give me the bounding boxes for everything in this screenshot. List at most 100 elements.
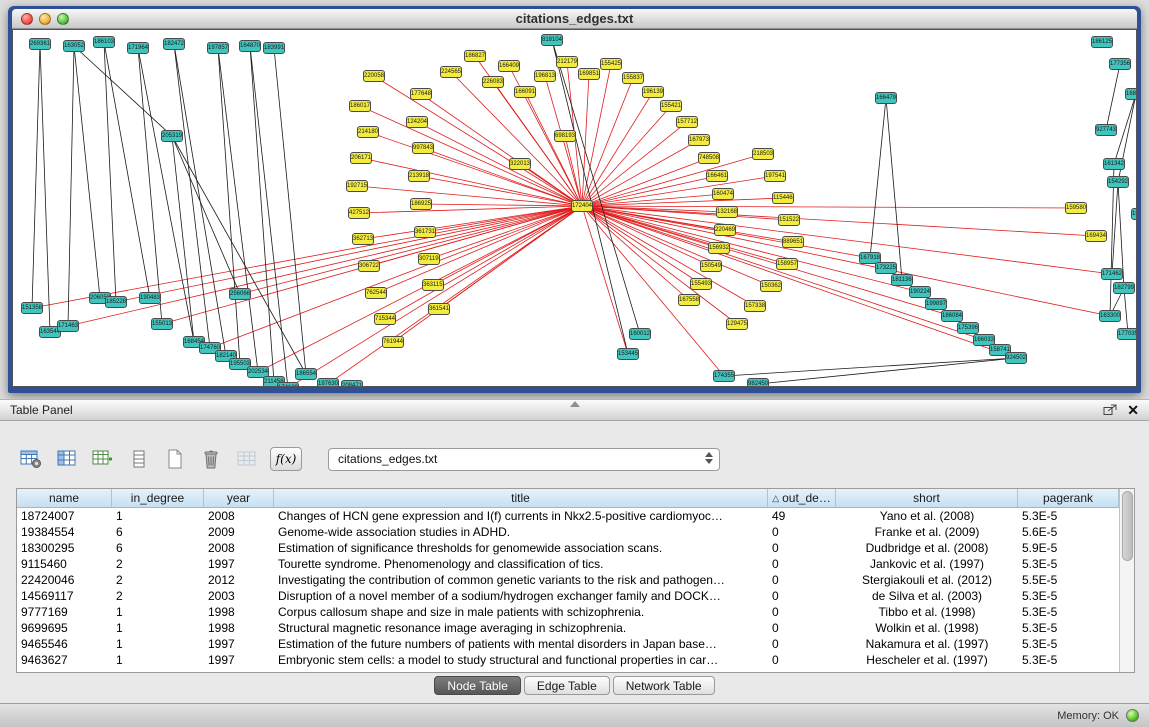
table-row[interactable]: 911546021997Tourette syndrome. Phenomeno… (17, 556, 1119, 572)
window-titlebar[interactable]: citations_edges.txt (12, 9, 1137, 29)
graph-node[interactable]: 1839914 (263, 42, 285, 54)
table-row[interactable]: 977716911998Corpus callosum shape and si… (17, 604, 1119, 620)
graph-node[interactable]: 2185033 (752, 148, 774, 160)
graph-node[interactable]: 1321684 (716, 206, 738, 218)
float-panel-icon[interactable] (1103, 404, 1117, 416)
graph-node[interactable]: 1861254 (1091, 36, 1113, 48)
graph-node[interactable]: 9277434 (1095, 124, 1117, 136)
graph-node[interactable]: 1505494 (700, 260, 722, 272)
graph-node[interactable]: 1660914 (514, 86, 536, 98)
graph-node[interactable]: 1776488 (410, 88, 432, 100)
graph-node[interactable]: 1927158 (346, 180, 368, 192)
graph-node[interactable]: 1554934 (690, 278, 712, 290)
trash-icon[interactable] (198, 446, 224, 472)
table-row[interactable]: 946362711997Embryonic stem cells: a mode… (17, 652, 1119, 668)
graph-node[interactable]: 1513584 (21, 302, 43, 314)
new-document-icon[interactable] (162, 446, 188, 472)
graph-node[interactable]: 8181044 (541, 34, 563, 46)
graph-node[interactable]: 1154464 (772, 192, 794, 204)
graph-node[interactable]: 1773564 (1109, 58, 1131, 70)
graph-node[interactable]: 2084714 (341, 380, 363, 387)
table-row[interactable]: 1938455462009Genome-wide association stu… (17, 524, 1119, 540)
graph-node[interactable]: 3220134 (509, 158, 531, 170)
table-settings-icon[interactable] (18, 446, 44, 472)
graph-node[interactable]: 1719644 (127, 42, 149, 54)
network-table-select[interactable]: citations_edges.txt (328, 448, 720, 471)
table-row[interactable]: 2242004622012Investigating the contribut… (17, 572, 1119, 588)
graph-node[interactable]: 2204694 (714, 224, 736, 236)
graph-node[interactable]: 1664794 (875, 92, 897, 104)
graph-node[interactable]: 1961393 (642, 86, 664, 98)
graph-node[interactable]: 1604744 (712, 188, 734, 200)
graph-node[interactable]: 1694344 (1085, 230, 1107, 242)
graph-node[interactable]: 1515224 (778, 214, 800, 226)
graph-node[interactable]: 2141805 (357, 126, 379, 138)
graph-node[interactable]: 1860177 (349, 100, 371, 112)
graph-node[interactable]: 1698513 (578, 68, 600, 80)
column-header-pagerank[interactable]: pagerank (1018, 489, 1119, 507)
graph-node[interactable]: 1554214 (660, 100, 682, 112)
graph-node[interactable]: 2693614 (29, 38, 51, 50)
graph-node[interactable]: 1577124 (676, 116, 698, 128)
column-header-in_degree[interactable]: in_degree (112, 489, 204, 507)
graph-node[interactable]: 1770354 (1117, 328, 1137, 340)
graph-node[interactable]: 1743554 (713, 370, 735, 382)
graph-node[interactable]: 9824502 (747, 378, 769, 387)
column-header-short[interactable]: short (836, 489, 1018, 507)
fx-button[interactable]: f(x) (270, 447, 302, 471)
graph-node[interactable]: 1613424 (1103, 158, 1125, 170)
graph-node[interactable]: 1550134 (151, 318, 173, 330)
graph-node[interactable]: 3617314 (414, 226, 436, 238)
graph-node[interactable]: 7153444 (374, 313, 396, 325)
graph-node[interactable]: 4275125 (348, 207, 370, 219)
table-row[interactable]: 1456911722003Disruption of a novel membe… (17, 588, 1119, 604)
graph-node[interactable]: 1998974 (925, 298, 947, 310)
graph-node[interactable]: 1732254 (875, 262, 897, 274)
table-add-icon[interactable] (90, 446, 116, 472)
table-row[interactable]: 1830029562008Estimation of significance … (17, 540, 1119, 556)
column-header-title[interactable]: title (274, 489, 768, 507)
graph-node[interactable]: 1558374 (622, 72, 644, 84)
graph-node[interactable]: 1868273 (464, 50, 486, 62)
network-canvas[interactable]: 1724041220058418601772141805206171319271… (12, 29, 1137, 387)
graph-node[interactable]: 2245653 (440, 66, 462, 78)
graph-node[interactable]: 1573384 (744, 300, 766, 312)
graph-node[interactable]: 1688214 (1125, 88, 1137, 100)
graph-node[interactable]: 1569324 (708, 242, 730, 254)
graph-node[interactable]: 7619444 (382, 336, 404, 348)
graph-node[interactable]: 1242044 (406, 116, 428, 128)
graph-node[interactable]: 1675583 (678, 294, 700, 306)
tab-node-table[interactable]: Node Table (434, 676, 521, 695)
close-panel-icon[interactable]: ✕ (1127, 403, 1139, 417)
graph-node[interactable]: 1724041 (571, 200, 593, 212)
column-header-name[interactable]: name (17, 489, 112, 507)
graph-node[interactable]: 1679733 (688, 134, 710, 146)
graph-node[interactable]: 1824724 (163, 38, 185, 50)
graph-node[interactable]: 3627133 (352, 233, 374, 245)
graph-node[interactable]: 1714624 (1101, 268, 1123, 280)
graph-node[interactable]: 1554254 (600, 58, 622, 70)
graph-node[interactable]: 1294754 (726, 318, 748, 330)
table-row[interactable]: 1872400712008Changes of HCN gene express… (17, 508, 1119, 524)
rows-icon[interactable] (126, 446, 152, 472)
graph-node[interactable]: 9978434 (412, 142, 434, 154)
graph-node[interactable]: 1630524 (63, 40, 85, 52)
graph-node[interactable]: 1753964 (957, 322, 979, 334)
table-columns-icon[interactable] (54, 446, 80, 472)
graph-node[interactable]: 8896514 (782, 236, 804, 248)
splitter-handle[interactable] (570, 401, 580, 407)
column-header-out_de[interactable]: △out_de… (768, 489, 836, 507)
graph-node[interactable]: 2139183 (408, 170, 430, 182)
graph-node[interactable]: 1664093 (498, 60, 520, 72)
graph-node[interactable]: 1861034 (93, 36, 115, 48)
graph-node[interactable]: 1869251 (410, 198, 432, 210)
graph-node[interactable]: 1865544 (295, 368, 317, 380)
graph-node[interactable]: 1975414 (764, 170, 786, 182)
graph-node[interactable]: 1503624 (760, 280, 782, 292)
graph-node[interactable]: 1534454 (617, 348, 639, 360)
graph-node[interactable]: 1860844 (941, 310, 963, 322)
column-header-year[interactable]: year (204, 489, 274, 507)
graph-node[interactable]: 1852284 (105, 296, 127, 308)
graph-node[interactable]: 2560664 (229, 288, 251, 300)
graph-node[interactable]: 1595804 (1065, 202, 1087, 214)
